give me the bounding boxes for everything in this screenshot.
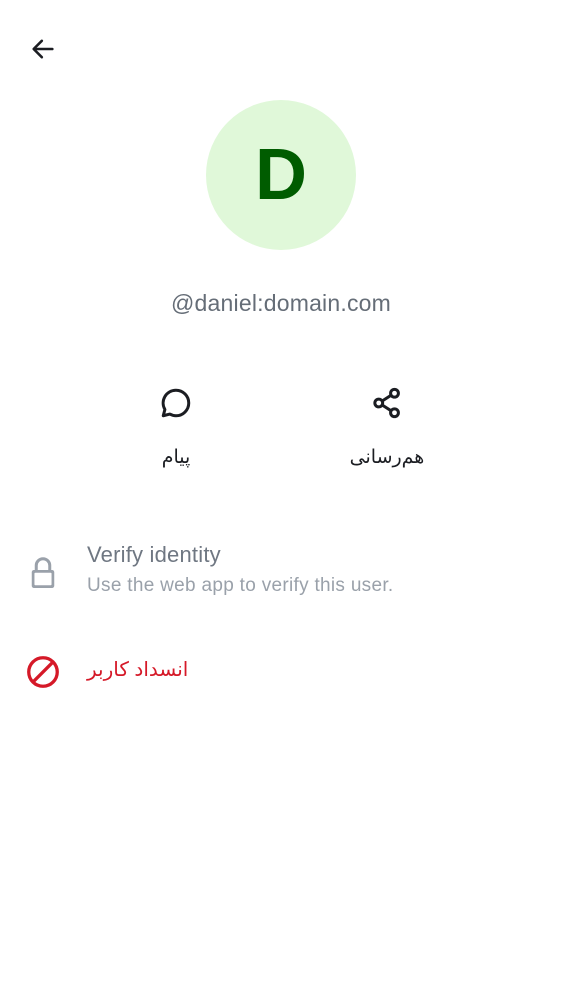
share-label: هم‌رسانی: [349, 447, 425, 468]
verify-identity-row: Verify identity Use the web app to verif…: [0, 538, 562, 606]
verify-subtitle: Use the web app to verify this user.: [87, 575, 394, 596]
user-id: @daniel:domain.com: [171, 290, 391, 316]
back-button[interactable]: [22, 30, 64, 72]
lock-icon: [22, 552, 64, 594]
block-icon: [22, 651, 64, 693]
verify-title: Verify identity: [87, 542, 221, 567]
message-button[interactable]: پیام: [116, 380, 236, 480]
block-user-label: انسداد کاربر: [87, 659, 189, 681]
share-icon: [364, 380, 410, 426]
share-button[interactable]: هم‌رسانی: [327, 380, 447, 480]
avatar: D: [206, 100, 356, 250]
avatar-initial: D: [255, 135, 307, 215]
arrow-left-icon: [29, 35, 57, 68]
chat-bubble-icon: [153, 380, 199, 426]
message-label: پیام: [161, 447, 191, 468]
block-user-button[interactable]: انسداد کاربر: [0, 650, 562, 694]
